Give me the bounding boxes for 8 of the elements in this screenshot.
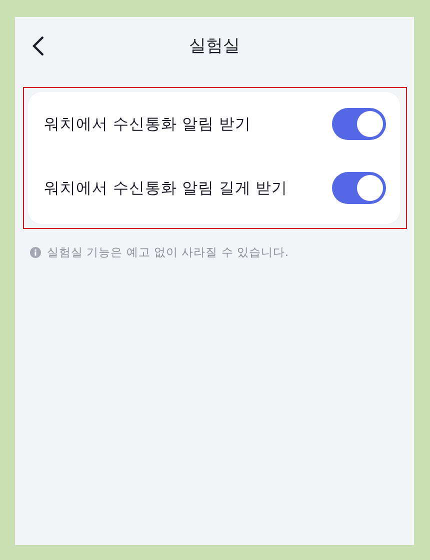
page-title: 실험실 (189, 34, 240, 56)
setting-label: 워치에서 수신통화 알림 받기 (44, 114, 251, 134)
toggle-switch[interactable] (332, 108, 386, 140)
setting-label: 워치에서 수신통화 알림 길게 받기 (44, 178, 288, 198)
notice-text: 실험실 기능은 예고 없이 사라질 수 있습니다. (47, 245, 289, 260)
toggle-switch[interactable] (332, 172, 386, 204)
info-icon (30, 247, 41, 258)
back-icon[interactable] (31, 35, 45, 57)
